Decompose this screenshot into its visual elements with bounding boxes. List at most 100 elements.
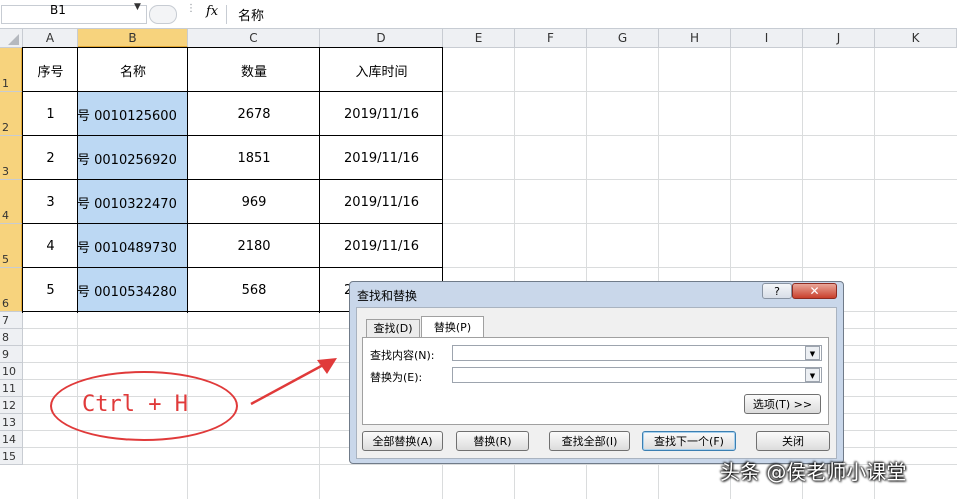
row-header-2[interactable]: 2 [0, 92, 23, 136]
dialog-title: 查找和替换 [357, 289, 418, 303]
column-header-d[interactable]: D [320, 29, 443, 48]
row-header-14[interactable]: 14 [0, 431, 23, 448]
table-header-cell[interactable]: 序号 [23, 48, 78, 92]
row-header-13[interactable]: 13 [0, 414, 23, 431]
insert-function-icon[interactable]: fx [206, 4, 218, 19]
row-number: 11 [2, 382, 16, 395]
column-header-k[interactable]: K [875, 29, 957, 48]
qty-cell[interactable]: 1851 [188, 136, 320, 180]
name-cell[interactable]: 货号 0010256920 [78, 136, 188, 180]
column-header-e[interactable]: E [443, 29, 515, 48]
row-number: 14 [2, 433, 16, 446]
formula-bar-grip-icon: ⋮ [186, 3, 197, 14]
replace-all-button[interactable]: 全部替换(A) [362, 431, 443, 451]
date-cell[interactable]: 2019/11/16 [320, 136, 443, 180]
row-header-8[interactable]: 8 [0, 329, 23, 346]
table-border [77, 47, 78, 313]
qty-cell[interactable]: 2180 [188, 224, 320, 268]
replace-with-label: 替换为(E): [370, 371, 423, 384]
dialog-close-button[interactable]: ✕ [792, 283, 837, 299]
grid-col-line [874, 48, 875, 499]
close-button[interactable]: 关闭 [756, 431, 830, 451]
table-border [22, 91, 443, 92]
select-all-icon [8, 34, 19, 45]
row-number: 4 [2, 209, 9, 222]
table-header-cell[interactable]: 名称 [78, 48, 188, 92]
row-number: 6 [2, 297, 9, 310]
annotation-arrow [250, 358, 337, 406]
row-number: 2 [2, 121, 9, 134]
row-header-3[interactable]: 3 [0, 136, 23, 180]
table-border [22, 179, 443, 180]
find-what-input[interactable] [452, 345, 822, 361]
column-header-h[interactable]: H [659, 29, 731, 48]
row-header-1[interactable]: 1 [0, 48, 23, 92]
seq-cell[interactable]: 2 [23, 136, 78, 180]
qty-cell[interactable]: 2678 [188, 92, 320, 136]
replace-with-input[interactable] [452, 367, 822, 383]
formula-bar-control[interactable] [149, 5, 177, 24]
seq-cell[interactable]: 5 [23, 268, 78, 312]
row-header-15[interactable]: 15 [0, 448, 23, 465]
column-header-g[interactable]: G [587, 29, 659, 48]
column-header-i[interactable]: I [731, 29, 803, 48]
table-header-cell[interactable]: 入库时间 [320, 48, 443, 92]
find-what-dropdown-icon[interactable]: ▼ [805, 346, 820, 360]
table-border [22, 135, 443, 136]
row-header-11[interactable]: 11 [0, 380, 23, 397]
row-header-4[interactable]: 4 [0, 180, 23, 224]
name-cell[interactable]: 货号 0010322470 [78, 180, 188, 224]
table-border [22, 47, 443, 48]
row-number: 8 [2, 331, 9, 344]
column-header-j[interactable]: J [803, 29, 875, 48]
name-box-value: B1 [50, 3, 66, 17]
column-header-f[interactable]: F [515, 29, 587, 48]
row-number: 13 [2, 416, 16, 429]
table-border [22, 47, 23, 313]
name-box-dropdown-icon[interactable]: ▼ [134, 2, 141, 12]
options-button[interactable]: 选项(T) >> [744, 394, 821, 414]
name-cell[interactable]: 货号 0010534280 [78, 268, 188, 312]
table-border [187, 47, 188, 313]
find-what-label: 查找内容(N): [370, 349, 435, 362]
tab-replace[interactable]: 替换(P) [421, 316, 484, 338]
row-header-10[interactable]: 10 [0, 363, 23, 380]
row-header-12[interactable]: 12 [0, 397, 23, 414]
name-cell[interactable]: 货号 0010125600 [78, 92, 188, 136]
table-header-cell[interactable]: 数量 [188, 48, 320, 92]
row-number: 5 [2, 253, 9, 266]
date-cell[interactable]: 2019/11/16 [320, 180, 443, 224]
replace-with-dropdown-icon[interactable]: ▼ [805, 368, 820, 382]
date-cell[interactable]: 2019/11/16 [320, 92, 443, 136]
row-number: 3 [2, 165, 9, 178]
tab-find[interactable]: 查找(D) [366, 319, 420, 337]
name-box[interactable] [1, 5, 147, 24]
name-cell[interactable]: 货号 0010489730 [78, 224, 188, 268]
date-cell[interactable]: 2019/11/16 [320, 224, 443, 268]
row-header-7[interactable]: 7 [0, 312, 23, 329]
row-header-5[interactable]: 5 [0, 224, 23, 268]
seq-cell[interactable]: 4 [23, 224, 78, 268]
seq-cell[interactable]: 3 [23, 180, 78, 224]
row-header-9[interactable]: 9 [0, 346, 23, 363]
table-border [319, 47, 320, 313]
row-header-6[interactable]: 6 [0, 268, 23, 312]
row-number: 1 [2, 77, 9, 90]
row-number: 12 [2, 399, 16, 412]
replace-button[interactable]: 替换(R) [456, 431, 529, 451]
column-header-b[interactable]: B [78, 29, 188, 48]
find-next-button[interactable]: 查找下一个(F) [642, 431, 736, 451]
qty-cell[interactable]: 969 [188, 180, 320, 224]
shortcut-annotation: Ctrl + H [82, 392, 188, 417]
row-number: 15 [2, 450, 16, 463]
table-border [442, 47, 443, 313]
qty-cell[interactable]: 568 [188, 268, 320, 312]
column-header-a[interactable]: A [23, 29, 78, 48]
help-button[interactable]: ? [762, 283, 792, 299]
column-header-c[interactable]: C [188, 29, 320, 48]
seq-cell[interactable]: 1 [23, 92, 78, 136]
table-border [22, 267, 443, 268]
table-border [22, 223, 443, 224]
formula-input[interactable]: 名称 [238, 5, 264, 24]
find-all-button[interactable]: 查找全部(I) [549, 431, 630, 451]
